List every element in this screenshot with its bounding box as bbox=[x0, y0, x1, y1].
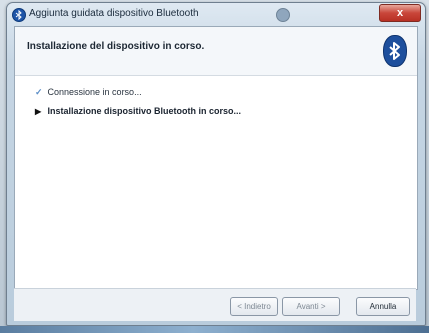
taskbar bbox=[0, 326, 429, 333]
back-arrow-icon[interactable] bbox=[276, 8, 290, 22]
cancel-button[interactable]: Annulla bbox=[356, 297, 410, 316]
step-label: Connessione in corso... bbox=[47, 87, 142, 97]
bluetooth-app-icon bbox=[12, 8, 26, 22]
wizard-content: Installazione del dispositivo in corso. … bbox=[14, 26, 418, 290]
check-icon: ✓ bbox=[35, 87, 43, 97]
arrow-right-icon: ▶ bbox=[35, 107, 42, 116]
wizard-footer: < Indietro Avanti > Annulla bbox=[14, 288, 416, 321]
close-icon: x bbox=[396, 7, 404, 19]
title-bar[interactable]: Aggiunta guidata dispositivo Bluetooth x bbox=[7, 3, 425, 25]
step-installation: ▶ Installazione dispositivo Bluetooth in… bbox=[35, 106, 241, 116]
step-connection: ✓ Connessione in corso... bbox=[35, 87, 142, 98]
step-label: Installazione dispositivo Bluetooth in c… bbox=[47, 106, 242, 116]
window-title: Aggiunta guidata dispositivo Bluetooth bbox=[29, 8, 199, 19]
bluetooth-icon bbox=[383, 35, 407, 67]
close-button[interactable]: x bbox=[379, 4, 421, 22]
next-button[interactable]: Avanti > bbox=[282, 297, 340, 316]
wizard-window: Aggiunta guidata dispositivo Bluetooth x… bbox=[6, 2, 426, 326]
page-title: Installazione del dispositivo in corso. bbox=[27, 41, 205, 52]
wizard-header: Installazione del dispositivo in corso. bbox=[15, 27, 417, 76]
back-button[interactable]: < Indietro bbox=[230, 297, 278, 316]
